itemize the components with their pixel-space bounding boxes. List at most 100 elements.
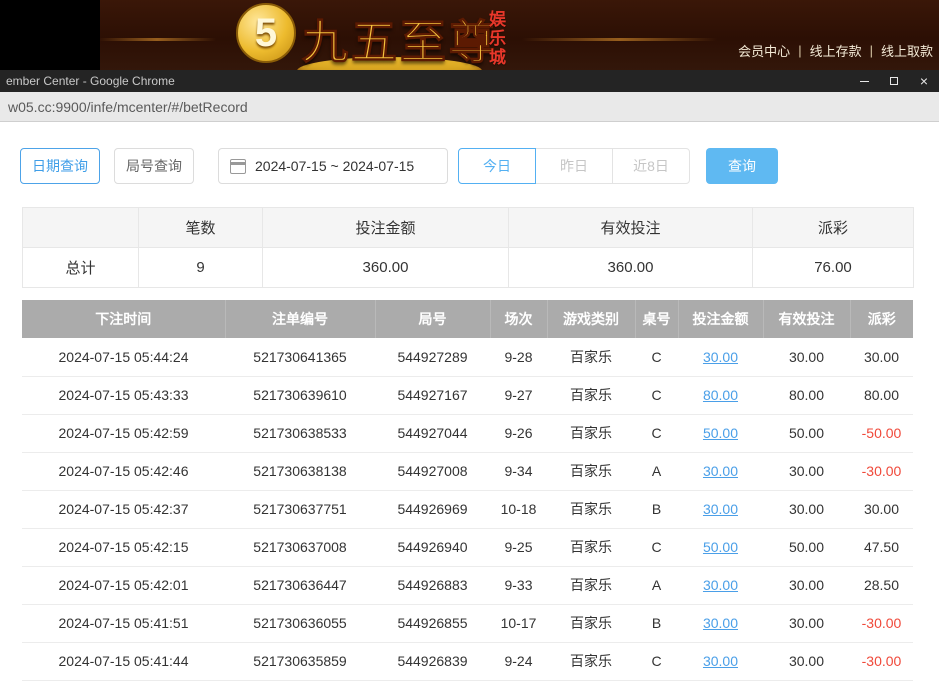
cell-bet-amount: 30.00 xyxy=(678,566,763,604)
summary-table: 笔数 投注金额 有效投注 派彩 总计 9 360.00 360.00 76.00 xyxy=(22,207,914,288)
cell-bet-time: 2024-07-15 05:42:15 xyxy=(22,528,225,566)
member-center-link[interactable]: 会员中心 xyxy=(738,41,790,60)
cell-bet-time: 2024-07-15 05:42:59 xyxy=(22,414,225,452)
summary-header-payout: 派彩 xyxy=(753,208,914,248)
cell-session: 9-27 xyxy=(490,376,547,414)
filter-bar: 日期查询 局号查询 2024-07-15 ~ 2024-07-15 今日 昨日 … xyxy=(20,148,939,184)
browser-titlebar: ember Center - Google Chrome × xyxy=(0,70,939,92)
site-name-suffix: 娱乐城 xyxy=(489,10,509,67)
bet-amount-link[interactable]: 30.00 xyxy=(703,463,738,479)
bet-table-row: 2024-07-15 05:41:44521730635859544926839… xyxy=(22,642,913,680)
cell-session: 9-28 xyxy=(490,338,547,376)
quick-range-group: 今日 昨日 近8日 xyxy=(458,148,690,184)
summary-bet-value: 360.00 xyxy=(263,248,509,288)
banner-links: 会员中心 | 线上存款 | 线上取款 xyxy=(738,41,933,60)
cell-bet-time: 2024-07-15 05:41:44 xyxy=(22,642,225,680)
cell-round-number: 544927044 xyxy=(375,414,490,452)
cell-order-number: 521730639610 xyxy=(225,376,375,414)
cell-payout: 30.00 xyxy=(850,338,913,376)
bet-table-header-row: 下注时间 注单编号 局号 场次 游戏类别 桌号 投注金额 有效投注 派彩 xyxy=(22,300,913,338)
site-name: 九五至尊 xyxy=(302,6,498,70)
online-deposit-link[interactable]: 线上存款 xyxy=(810,41,862,60)
cell-bet-time: 2024-07-15 05:42:37 xyxy=(22,490,225,528)
date-range-value: 2024-07-15 ~ 2024-07-15 xyxy=(255,158,414,174)
cell-valid-bet: 30.00 xyxy=(763,490,850,528)
minimize-icon xyxy=(860,81,869,82)
restore-icon xyxy=(890,77,898,85)
quick-yesterday-button[interactable]: 昨日 xyxy=(535,148,613,184)
cell-session: 9-33 xyxy=(490,566,547,604)
cell-table-number: B xyxy=(635,490,678,528)
cell-session: 10-17 xyxy=(490,604,547,642)
summary-total-row: 总计 9 360.00 360.00 76.00 xyxy=(23,248,914,288)
cell-bet-time: 2024-07-15 05:41:51 xyxy=(22,604,225,642)
round-query-button[interactable]: 局号查询 xyxy=(114,148,194,184)
cell-table-number: B xyxy=(635,604,678,642)
bet-amount-link[interactable]: 80.00 xyxy=(703,387,738,403)
bet-amount-link[interactable]: 50.00 xyxy=(703,425,738,441)
cell-table-number: C xyxy=(635,414,678,452)
header-bet-time: 下注时间 xyxy=(22,300,225,338)
date-query-button[interactable]: 日期查询 xyxy=(20,148,100,184)
header-session: 场次 xyxy=(490,300,547,338)
cell-order-number: 521730641365 xyxy=(225,338,375,376)
black-overlay-box xyxy=(0,0,100,70)
cell-valid-bet: 80.00 xyxy=(763,376,850,414)
cell-round-number: 544927008 xyxy=(375,452,490,490)
cell-bet-amount: 30.00 xyxy=(678,490,763,528)
online-withdraw-link[interactable]: 线上取款 xyxy=(881,41,933,60)
link-separator: | xyxy=(870,43,873,58)
cell-order-number: 521730636055 xyxy=(225,604,375,642)
bet-amount-link[interactable]: 30.00 xyxy=(703,615,738,631)
summary-header-row: 笔数 投注金额 有效投注 派彩 xyxy=(23,208,914,248)
bet-table-row: 2024-07-15 05:42:46521730638138544927008… xyxy=(22,452,913,490)
calendar-icon xyxy=(230,159,246,174)
bet-record-page: 日期查询 局号查询 2024-07-15 ~ 2024-07-15 今日 昨日 … xyxy=(0,122,939,688)
cell-round-number: 544926969 xyxy=(375,490,490,528)
cell-table-number: C xyxy=(635,338,678,376)
bet-table-body: 2024-07-15 05:44:24521730641365544927289… xyxy=(22,338,913,680)
bet-table-row: 2024-07-15 05:42:15521730637008544926940… xyxy=(22,528,913,566)
cell-game-type: 百家乐 xyxy=(547,566,635,604)
cell-round-number: 544926940 xyxy=(375,528,490,566)
cell-game-type: 百家乐 xyxy=(547,604,635,642)
cell-round-number: 544926855 xyxy=(375,604,490,642)
summary-header-count: 笔数 xyxy=(139,208,263,248)
header-table-number: 桌号 xyxy=(635,300,678,338)
cell-bet-amount: 50.00 xyxy=(678,528,763,566)
close-button[interactable]: × xyxy=(909,70,939,92)
minimize-button[interactable] xyxy=(849,70,879,92)
quick-today-button[interactable]: 今日 xyxy=(458,148,536,184)
cell-order-number: 521730638138 xyxy=(225,452,375,490)
address-bar[interactable]: w05.cc:9900/infe/mcenter/#/betRecord xyxy=(0,92,939,122)
cell-bet-amount: 80.00 xyxy=(678,376,763,414)
cell-order-number: 521730636447 xyxy=(225,566,375,604)
bet-amount-link[interactable]: 30.00 xyxy=(703,349,738,365)
cell-bet-time: 2024-07-15 05:44:24 xyxy=(22,338,225,376)
bet-table-row: 2024-07-15 05:43:33521730639610544927167… xyxy=(22,376,913,414)
cell-order-number: 521730635859 xyxy=(225,642,375,680)
summary-total-label: 总计 xyxy=(23,248,139,288)
restore-button[interactable] xyxy=(879,70,909,92)
bet-table-row: 2024-07-15 05:42:01521730636447544926883… xyxy=(22,566,913,604)
cell-order-number: 521730637008 xyxy=(225,528,375,566)
banner-decor-line-left xyxy=(98,38,216,41)
cell-payout: -30.00 xyxy=(850,452,913,490)
casino-banner: 5 九五至尊 娱乐城 会员中心 | 线上存款 | 线上取款 xyxy=(0,0,939,70)
cell-session: 10-18 xyxy=(490,490,547,528)
bet-amount-link[interactable]: 30.00 xyxy=(703,653,738,669)
cell-table-number: C xyxy=(635,528,678,566)
bet-amount-link[interactable]: 30.00 xyxy=(703,577,738,593)
bet-amount-link[interactable]: 50.00 xyxy=(703,539,738,555)
bet-amount-link[interactable]: 30.00 xyxy=(703,501,738,517)
cell-valid-bet: 30.00 xyxy=(763,604,850,642)
cell-order-number: 521730638533 xyxy=(225,414,375,452)
summary-count-value: 9 xyxy=(139,248,263,288)
summary-header-blank xyxy=(23,208,139,248)
header-round-number: 局号 xyxy=(375,300,490,338)
window-title: ember Center - Google Chrome xyxy=(6,74,175,88)
summary-valid-value: 360.00 xyxy=(509,248,753,288)
quick-last8days-button[interactable]: 近8日 xyxy=(612,148,690,184)
date-range-input[interactable]: 2024-07-15 ~ 2024-07-15 xyxy=(218,148,448,184)
search-button[interactable]: 查询 xyxy=(706,148,778,184)
